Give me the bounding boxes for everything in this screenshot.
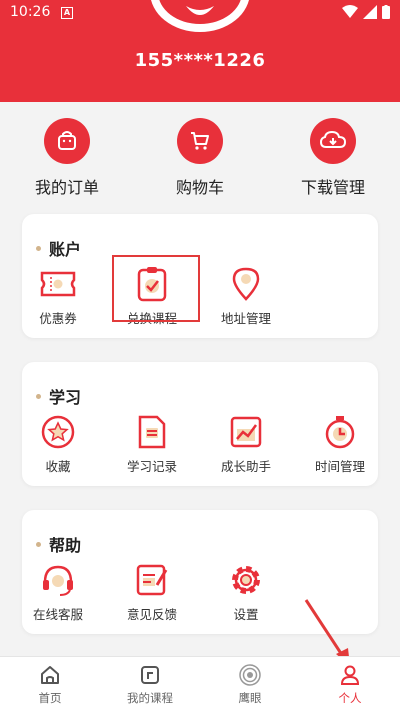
my-orders-label: 我的订单 xyxy=(34,178,99,197)
tab-personal[interactable]: 个人 xyxy=(310,663,390,706)
study-record-label: 学习记录 xyxy=(126,459,177,474)
my-orders-button[interactable]: 我的订单 xyxy=(17,118,117,198)
app-notification-icon: A xyxy=(61,7,73,19)
cart-label: 购物车 xyxy=(175,178,224,197)
signal-icon xyxy=(363,5,377,19)
online-support-button[interactable]: 在线客服 xyxy=(22,560,94,623)
account-card: 账户 优惠券 兑换课程 地址管理 xyxy=(22,214,378,338)
coupon-icon xyxy=(38,264,78,304)
bullet-dot xyxy=(36,245,41,251)
feedback-label: 意见反馈 xyxy=(126,607,177,622)
timer-icon xyxy=(320,412,360,452)
document-icon xyxy=(132,412,172,452)
tab-personal-label: 个人 xyxy=(338,691,362,705)
my-course-icon xyxy=(110,663,190,687)
feedback-icon xyxy=(132,560,172,600)
account-title-label: 账户 xyxy=(49,240,82,259)
study-title-label: 学习 xyxy=(49,388,82,407)
growth-chart-icon xyxy=(226,412,266,452)
coupon-label: 优惠券 xyxy=(39,311,77,326)
tab-eagle-eye-label: 鹰眼 xyxy=(238,691,262,705)
profile-header: 10:26 A 155****1226 xyxy=(0,0,400,102)
growth-assistant-button[interactable]: 成长助手 xyxy=(210,412,282,475)
bag-icon xyxy=(44,118,90,164)
settings-label: 设置 xyxy=(233,607,259,622)
help-section-title: 帮助 xyxy=(36,532,81,556)
system-icons xyxy=(342,5,390,19)
cloud-download-icon xyxy=(310,118,356,164)
headset-icon xyxy=(38,560,78,600)
status-time: 10:26 xyxy=(10,4,51,20)
eye-icon xyxy=(210,663,290,687)
download-manager-label: 下载管理 xyxy=(300,178,365,197)
help-title-label: 帮助 xyxy=(49,536,82,555)
home-icon xyxy=(10,663,90,687)
study-card: 学习 收藏 学习记录 成长助手 时间管理 xyxy=(22,362,378,486)
growth-assistant-label: 成长助手 xyxy=(220,459,271,474)
location-icon xyxy=(226,264,266,304)
favorites-button[interactable]: 收藏 xyxy=(22,412,94,475)
study-section-title: 学习 xyxy=(36,384,81,408)
time-manager-label: 时间管理 xyxy=(314,459,365,474)
gear-icon xyxy=(226,560,266,600)
tab-my-course-label: 我的课程 xyxy=(127,691,173,705)
address-manager-button[interactable]: 地址管理 xyxy=(210,264,282,327)
time-manager-button[interactable]: 时间管理 xyxy=(304,412,376,475)
battery-icon xyxy=(382,5,390,19)
cart-icon xyxy=(177,118,223,164)
highlight-box xyxy=(112,255,200,322)
quick-actions: 我的订单 购物车 下载管理 xyxy=(0,102,400,210)
avatar-logo-icon xyxy=(158,0,242,24)
tab-home[interactable]: 首页 xyxy=(10,663,90,706)
bottom-tab-bar: 首页 我的课程 鹰眼 个人 xyxy=(0,656,400,713)
feedback-button[interactable]: 意见反馈 xyxy=(116,560,188,623)
coupon-button[interactable]: 优惠券 xyxy=(22,264,94,327)
online-support-label: 在线客服 xyxy=(32,607,83,622)
wifi-icon xyxy=(342,5,358,18)
tab-eagle-eye[interactable]: 鹰眼 xyxy=(210,663,290,706)
account-section-title: 账户 xyxy=(36,236,81,260)
favorites-label: 收藏 xyxy=(45,459,71,474)
user-phone: 155****1226 xyxy=(134,50,266,71)
bullet-dot xyxy=(36,541,41,547)
avatar[interactable] xyxy=(150,0,250,32)
cart-button[interactable]: 购物车 xyxy=(150,118,250,198)
settings-button[interactable]: 设置 xyxy=(210,560,282,623)
tab-home-label: 首页 xyxy=(38,691,62,705)
star-icon xyxy=(38,412,78,452)
download-manager-button[interactable]: 下载管理 xyxy=(283,118,383,198)
person-icon xyxy=(310,663,390,687)
study-record-button[interactable]: 学习记录 xyxy=(116,412,188,475)
bullet-dot xyxy=(36,393,41,399)
tab-my-course[interactable]: 我的课程 xyxy=(110,663,190,706)
address-manager-label: 地址管理 xyxy=(220,311,271,326)
